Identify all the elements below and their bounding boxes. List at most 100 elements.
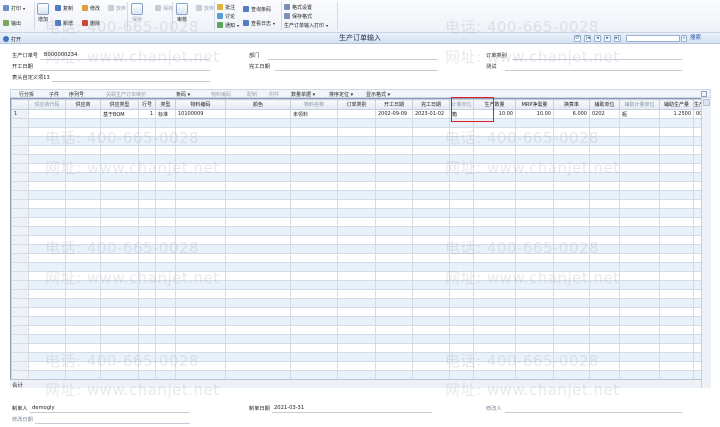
table-cell[interactable]	[65, 181, 101, 191]
tab-row-split[interactable]: 行分拆	[19, 91, 34, 98]
table-cell[interactable]	[225, 253, 291, 263]
table-cell[interactable]	[473, 289, 516, 299]
column-header[interactable]: 完工日期	[412, 99, 450, 110]
table-cell[interactable]	[449, 208, 474, 218]
table-cell[interactable]	[449, 289, 474, 299]
table-cell[interactable]	[659, 190, 694, 200]
table-cell[interactable]	[473, 163, 516, 173]
table-row[interactable]	[11, 298, 702, 308]
table-cell[interactable]	[100, 325, 139, 335]
table-cell[interactable]	[138, 325, 156, 335]
table-cell[interactable]	[290, 253, 338, 263]
table-cell[interactable]	[225, 145, 291, 155]
table-cell[interactable]	[515, 145, 554, 155]
notify-button[interactable]: 通知 ▾	[217, 20, 239, 30]
table-cell[interactable]	[65, 289, 101, 299]
table-cell[interactable]	[155, 244, 176, 254]
table-cell[interactable]	[659, 298, 694, 308]
table-cell[interactable]	[138, 235, 156, 245]
refresh-icon[interactable]: ⟳	[574, 35, 581, 42]
table-cell[interactable]	[337, 181, 376, 191]
table-cell[interactable]	[290, 226, 338, 236]
table-cell[interactable]	[337, 154, 376, 164]
table-cell[interactable]	[65, 361, 101, 371]
table-cell[interactable]	[659, 289, 694, 299]
custom-field[interactable]	[52, 81, 210, 82]
scroll-up-icon[interactable]	[703, 99, 710, 106]
table-cell[interactable]	[412, 163, 450, 173]
table-cell[interactable]	[375, 271, 413, 281]
table-cell[interactable]	[449, 226, 474, 236]
table-row[interactable]	[11, 289, 702, 299]
link-order-button[interactable]: 关联生产订单维护	[106, 91, 146, 98]
table-cell[interactable]	[155, 289, 176, 299]
table-cell[interactable]	[375, 154, 413, 164]
table-cell[interactable]	[290, 181, 338, 191]
table-cell[interactable]	[659, 244, 694, 254]
table-cell[interactable]	[553, 145, 590, 155]
table-cell[interactable]	[138, 181, 156, 191]
table-cell[interactable]	[175, 262, 226, 272]
table-row[interactable]	[11, 361, 702, 371]
table-cell[interactable]	[589, 253, 620, 263]
table-cell[interactable]	[375, 127, 413, 137]
table-cell[interactable]	[155, 235, 176, 245]
table-row[interactable]	[11, 163, 702, 173]
table-cell[interactable]	[412, 334, 450, 344]
table-cell[interactable]: 1	[138, 109, 156, 119]
table-row[interactable]	[11, 190, 702, 200]
view-log-button[interactable]: 查看日志 ▾	[243, 18, 275, 28]
table-cell[interactable]	[619, 271, 660, 281]
table-cell[interactable]	[100, 298, 139, 308]
table-cell[interactable]	[100, 208, 139, 218]
table-cell[interactable]	[28, 136, 66, 146]
table-cell[interactable]	[175, 334, 226, 344]
table-cell[interactable]	[589, 118, 620, 128]
table-cell[interactable]	[412, 190, 450, 200]
table-cell[interactable]	[65, 262, 101, 272]
table-cell[interactable]	[375, 181, 413, 191]
table-cell[interactable]	[155, 361, 176, 371]
table-cell[interactable]	[65, 316, 101, 326]
table-cell[interactable]	[515, 253, 554, 263]
table-cell[interactable]	[155, 325, 176, 335]
table-cell[interactable]	[138, 343, 156, 353]
table-cell[interactable]	[337, 262, 376, 272]
column-header[interactable]: 辅助单位	[589, 99, 620, 110]
table-cell[interactable]	[290, 280, 338, 290]
table-cell[interactable]	[290, 334, 338, 344]
table-cell[interactable]	[375, 226, 413, 236]
last-page-icon[interactable]: ▸|	[614, 35, 621, 42]
table-cell[interactable]	[65, 343, 101, 353]
table-cell[interactable]	[473, 172, 516, 182]
table-cell[interactable]	[28, 235, 66, 245]
table-row[interactable]	[11, 235, 702, 245]
table-cell[interactable]	[553, 127, 590, 137]
table-cell[interactable]	[589, 289, 620, 299]
table-cell[interactable]	[290, 298, 338, 308]
table-cell[interactable]	[412, 145, 450, 155]
table-cell[interactable]	[337, 235, 376, 245]
table-cell[interactable]	[589, 145, 620, 155]
print-button[interactable]: 打印 ▾	[3, 3, 25, 13]
table-cell[interactable]	[515, 271, 554, 281]
table-cell[interactable]	[175, 163, 226, 173]
table-cell[interactable]	[473, 262, 516, 272]
table-cell[interactable]	[619, 190, 660, 200]
table-cell[interactable]	[515, 208, 554, 218]
table-cell[interactable]	[659, 271, 694, 281]
table-cell[interactable]	[100, 136, 139, 146]
table-cell[interactable]	[175, 145, 226, 155]
table-cell[interactable]	[100, 361, 139, 371]
table-cell[interactable]	[473, 352, 516, 362]
table-cell[interactable]	[375, 262, 413, 272]
table-cell[interactable]	[553, 352, 590, 362]
table-cell[interactable]	[449, 145, 474, 155]
column-header[interactable]: 辅助计量单位	[619, 99, 660, 110]
table-cell[interactable]	[412, 316, 450, 326]
table-cell[interactable]	[589, 181, 620, 191]
table-cell[interactable]	[553, 280, 590, 290]
table-cell[interactable]	[449, 244, 474, 254]
table-row[interactable]	[11, 226, 702, 236]
table-cell[interactable]	[100, 226, 139, 236]
